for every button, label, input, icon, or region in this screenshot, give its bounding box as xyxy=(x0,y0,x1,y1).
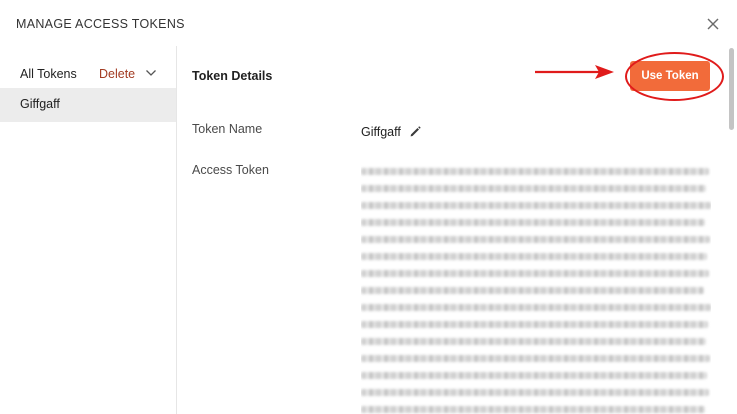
close-icon[interactable] xyxy=(703,14,723,34)
scrollbar-thumb[interactable] xyxy=(729,48,734,130)
manage-tokens-dialog: MANAGE ACCESS TOKENS All Tokens Delete G… xyxy=(0,0,737,414)
token-name-label: Token Name xyxy=(192,122,263,136)
details-scrollbar[interactable] xyxy=(725,46,737,414)
all-tokens-label: All Tokens xyxy=(20,67,77,81)
chevron-down-icon[interactable] xyxy=(145,68,157,78)
token-sidebar: All Tokens Delete Giffgaff xyxy=(0,46,177,414)
annotation-arrow-icon xyxy=(535,65,614,79)
access-token-label: Access Token xyxy=(192,163,269,177)
use-token-button[interactable]: Use Token xyxy=(630,61,710,91)
pencil-icon[interactable] xyxy=(409,125,422,138)
token-name-value: Giffgaff xyxy=(361,125,401,139)
sidebar-item-giffgaff[interactable]: Giffgaff xyxy=(0,88,176,122)
dialog-title: MANAGE ACCESS TOKENS xyxy=(16,17,185,31)
token-details-panel: Token Details Use Token Token Name Giffg… xyxy=(177,46,725,414)
access-token-value-blurred xyxy=(361,158,711,414)
sidebar-item-label: Giffgaff xyxy=(20,97,60,111)
delete-button[interactable]: Delete xyxy=(99,67,135,81)
token-details-heading: Token Details xyxy=(192,69,273,83)
sidebar-header: All Tokens Delete xyxy=(0,46,176,88)
